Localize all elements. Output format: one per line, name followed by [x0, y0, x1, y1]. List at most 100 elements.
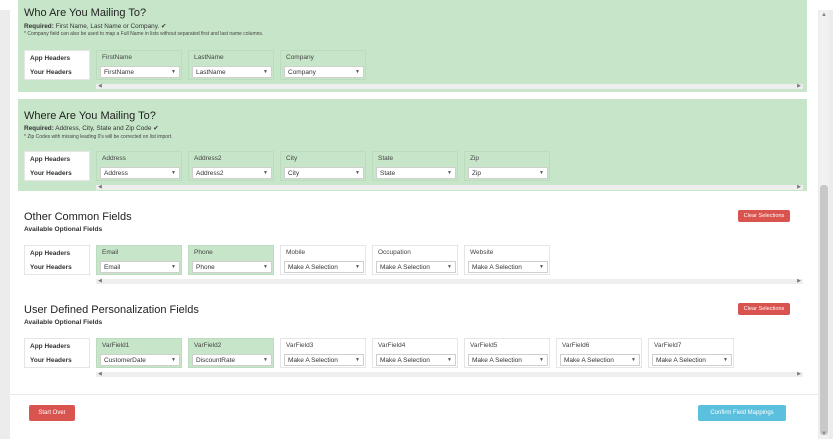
common-title: Other Common Fields — [24, 211, 132, 223]
chevron-down-icon: ▼ — [263, 357, 268, 363]
scroll-right-icon[interactable]: ▶ — [797, 278, 801, 284]
where-section: Where Are You Mailing To? Required: Addr… — [18, 99, 807, 191]
chevron-down-icon: ▼ — [171, 170, 176, 176]
column-varfield5: VarField5 Make A Selection ▼ — [464, 338, 550, 368]
check-icon: ✔ — [160, 23, 167, 30]
chevron-down-icon: ▼ — [447, 170, 452, 176]
column-address: Address Address ▼ — [96, 151, 182, 181]
app-headers-label: App Headers — [30, 55, 71, 62]
who-section: Who Are You Mailing To? Required: First … — [18, 0, 807, 92]
user-fields-section: User Defined Personalization Fields Avai… — [18, 293, 807, 385]
your-headers-label: Your Headers — [30, 170, 72, 177]
app-headers-label: App Headers — [30, 343, 71, 350]
column-firstname: FirstName FirstName ▼ — [96, 50, 182, 80]
scroll-left-icon[interactable]: ◀ — [98, 184, 102, 190]
chevron-down-icon: ▼ — [447, 264, 452, 270]
footer: Start Over Confirm Field Mappings — [10, 394, 818, 439]
varfield4-select[interactable]: Make A Selection ▼ — [376, 354, 456, 366]
zip-select[interactable]: Zip ▼ — [468, 167, 548, 179]
clear-selections-button[interactable]: Clear Selections — [738, 303, 790, 315]
state-select[interactable]: State ▼ — [376, 167, 456, 179]
where-note: * Zip Codes with missing leading 0's wil… — [24, 134, 173, 140]
website-select[interactable]: Make A Selection ▼ — [468, 261, 548, 273]
column-email: Email Email ▼ — [96, 245, 182, 275]
scroll-right-icon[interactable]: ▶ — [797, 371, 801, 377]
app-header-label: VarField2 — [194, 342, 222, 349]
column-varfield6: VarField6 Make A Selection ▼ — [556, 338, 642, 368]
column-varfield1: VarField1 CustomerDate ▼ — [96, 338, 182, 368]
user-title: User Defined Personalization Fields — [24, 304, 199, 316]
varfield1-select[interactable]: CustomerDate ▼ — [100, 354, 180, 366]
header-labels: App Headers Your Headers — [24, 151, 90, 181]
common-fields-section: Other Common Fields Available Optional F… — [18, 200, 807, 292]
clear-selections-button[interactable]: Clear Selections — [738, 210, 790, 222]
column-state: State State ▼ — [372, 151, 458, 181]
app-header-label: Mobile — [286, 249, 306, 256]
app-header-label: Website — [470, 249, 494, 256]
lastname-select[interactable]: LastName ▼ — [192, 66, 272, 78]
horizontal-scrollbar[interactable]: ◀ ▶ — [96, 184, 803, 190]
address2-select[interactable]: Address2 ▼ — [192, 167, 272, 179]
app-header-label: VarField1 — [102, 342, 130, 349]
app-header-label: LastName — [194, 54, 224, 61]
column-varfield3: VarField3 Make A Selection ▼ — [280, 338, 366, 368]
scroll-left-icon[interactable]: ◀ — [98, 371, 102, 377]
firstname-select[interactable]: FirstName ▼ — [100, 66, 180, 78]
chevron-down-icon: ▼ — [723, 357, 728, 363]
chevron-down-icon: ▼ — [355, 357, 360, 363]
chevron-down-icon: ▼ — [263, 69, 268, 75]
chevron-down-icon: ▼ — [447, 357, 452, 363]
varfield5-select[interactable]: Make A Selection ▼ — [468, 354, 548, 366]
chevron-down-icon: ▼ — [539, 357, 544, 363]
horizontal-scrollbar[interactable]: ◀ ▶ — [96, 371, 803, 377]
app-header-label: VarField5 — [470, 342, 498, 349]
app-header-label: Phone — [194, 249, 213, 256]
header-labels: App Headers Your Headers — [24, 245, 90, 275]
scrollbar-thumb[interactable] — [820, 185, 828, 435]
app-header-label: VarField6 — [562, 342, 590, 349]
app-header-label: VarField4 — [378, 342, 406, 349]
who-required: Required: First Name, Last Name or Compa… — [24, 23, 167, 30]
address-select[interactable]: Address ▼ — [100, 167, 180, 179]
chevron-down-icon: ▼ — [171, 264, 176, 270]
mobile-select[interactable]: Make A Selection ▼ — [284, 261, 364, 273]
city-select[interactable]: City ▼ — [284, 167, 364, 179]
start-over-button[interactable]: Start Over — [29, 405, 75, 421]
header-labels: App Headers Your Headers — [24, 338, 90, 368]
scroll-right-icon[interactable]: ▶ — [797, 184, 801, 190]
varfield6-select[interactable]: Make A Selection ▼ — [560, 354, 640, 366]
your-headers-label: Your Headers — [30, 357, 72, 364]
scroll-up-icon[interactable]: ▲ — [821, 12, 827, 18]
confirm-field-mappings-button[interactable]: Confirm Field Mappings — [698, 405, 786, 421]
horizontal-scrollbar[interactable]: ◀ ▶ — [96, 83, 803, 89]
scroll-left-icon[interactable]: ◀ — [98, 83, 102, 89]
where-title: Where Are You Mailing To? — [24, 110, 156, 122]
column-phone: Phone Phone ▼ — [188, 245, 274, 275]
occupation-select[interactable]: Make A Selection ▼ — [376, 261, 456, 273]
user-subtitle: Available Optional Fields — [24, 319, 103, 326]
app-header-label: Email — [102, 249, 119, 256]
varfield2-select[interactable]: DiscountRate ▼ — [192, 354, 272, 366]
scroll-right-icon[interactable]: ▶ — [797, 83, 801, 89]
varfield7-select[interactable]: Make A Selection ▼ — [652, 354, 732, 366]
scroll-left-icon[interactable]: ◀ — [98, 278, 102, 284]
scroll-down-icon[interactable]: ▼ — [821, 431, 827, 437]
company-select[interactable]: Company ▼ — [284, 66, 364, 78]
app-header-label: VarField7 — [654, 342, 682, 349]
column-varfield4: VarField4 Make A Selection ▼ — [372, 338, 458, 368]
chevron-down-icon: ▼ — [355, 264, 360, 270]
horizontal-scrollbar[interactable]: ◀ ▶ — [96, 278, 803, 284]
phone-select[interactable]: Phone ▼ — [192, 261, 272, 273]
column-occupation: Occupation Make A Selection ▼ — [372, 245, 458, 275]
chevron-down-icon: ▼ — [171, 69, 176, 75]
app-header-label: State — [378, 155, 394, 162]
app-header-label: Occupation — [378, 249, 411, 256]
email-select[interactable]: Email ▼ — [100, 261, 180, 273]
common-subtitle: Available Optional Fields — [24, 226, 103, 233]
vertical-scrollbar[interactable]: ▲ ▼ — [819, 10, 829, 439]
chevron-down-icon: ▼ — [631, 357, 636, 363]
app-header-label: Zip — [470, 155, 480, 162]
varfield3-select[interactable]: Make A Selection ▼ — [284, 354, 364, 366]
field-mapping-page: Who Are You Mailing To? Required: First … — [10, 0, 818, 439]
check-icon: ✔ — [153, 125, 159, 132]
